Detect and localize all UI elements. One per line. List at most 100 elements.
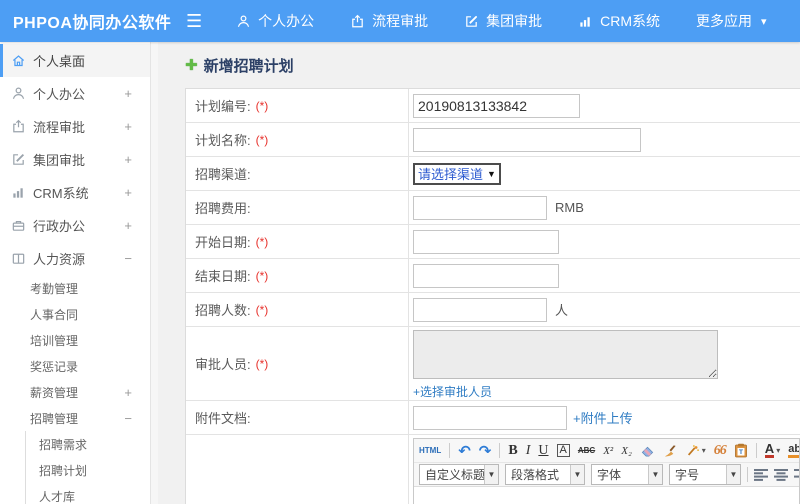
expand-toggle[interactable]: + <box>124 185 132 200</box>
choose-approvers-link[interactable]: +选择审批人员 <box>413 383 492 400</box>
sidebar-subitem-salary[interactable]: 薪资管理 + <box>0 379 150 405</box>
share-arrow-icon <box>11 119 27 134</box>
sidebar-subitem-hr-contract[interactable]: 人事合同 <box>0 301 150 327</box>
attachment-input[interactable] <box>413 405 567 430</box>
undo-button[interactable]: ↶ <box>458 442 471 460</box>
editor-content-area[interactable] <box>414 487 799 504</box>
approvers-textarea[interactable] <box>413 330 718 379</box>
chevron-down-icon: ▾ <box>776 446 781 455</box>
label-text: 计划编号: <box>195 99 251 114</box>
sidebar-scrollbar[interactable] <box>150 42 158 504</box>
sidebar-subitem-attendance[interactable]: 考勤管理 <box>0 275 150 301</box>
topnav-crm-system[interactable]: CRM系统 <box>578 11 660 31</box>
topnav-label: CRM系统 <box>600 13 661 29</box>
attachment-upload-link[interactable]: +附件上传 <box>573 408 633 427</box>
editor-toolbar-row2: 自定义标题 ▼ 段落格式 ▼ 字体 ▼ 字号 ▼ <box>414 463 799 487</box>
highlight-color-button[interactable]: ab▾ <box>788 443 799 458</box>
font-color-button[interactable]: A ▾ <box>764 442 781 458</box>
topnav-personal-office[interactable]: 个人办公 <box>236 11 314 31</box>
page-header: ✚ 新增招聘计划 <box>158 42 800 88</box>
custom-title-combo[interactable]: 自定义标题 ▼ <box>419 464 499 485</box>
topnav-label: 集团审批 <box>486 13 543 29</box>
toolbar-separator <box>755 443 757 458</box>
expand-toggle[interactable]: + <box>124 218 132 233</box>
sidebar-item-workflow-approval[interactable]: 流程审批 + <box>0 110 150 143</box>
font-family-combo[interactable]: 字体 ▼ <box>591 464 663 485</box>
sidebar-item-crm-system[interactable]: CRM系统 + <box>0 176 150 209</box>
sidebar-item-label: CRM系统 <box>33 186 89 201</box>
sidebar-subitem-training[interactable]: 培训管理 <box>0 327 150 353</box>
sidebar-item-personal-desktop[interactable]: 个人桌面 <box>0 44 150 77</box>
fee-input[interactable] <box>413 195 547 220</box>
superscript-button[interactable]: X² <box>603 445 613 457</box>
form-row-end-date: 结束日期: (*) <box>186 259 800 293</box>
channel-select-value: 请选择渠道 <box>418 167 484 182</box>
paste-text-icon[interactable]: T <box>734 443 748 458</box>
align-right-icon[interactable] <box>794 468 799 481</box>
font-border-button[interactable]: A <box>556 444 570 457</box>
sidebar-subitem-label: 培训管理 <box>30 333 79 348</box>
plan-no-input[interactable] <box>413 93 580 118</box>
combo-value: 字体 <box>597 468 622 482</box>
strikethrough-button[interactable]: ABC <box>578 446 595 455</box>
blockquote-button[interactable]: 66 <box>714 443 727 459</box>
redo-button[interactable]: ↷ <box>479 442 492 460</box>
expand-toggle[interactable]: + <box>124 119 132 134</box>
svg-text:T: T <box>739 449 743 456</box>
italic-button[interactable]: I <box>526 443 531 459</box>
sidebar-item-label: 集团审批 <box>33 153 86 168</box>
label-text: 开始日期: <box>195 235 251 250</box>
sidebar-item-personal-office[interactable]: 个人办公 + <box>0 77 150 110</box>
bar-chart-icon <box>11 185 27 200</box>
book-icon <box>11 251 27 266</box>
toolbar-separator <box>747 467 748 482</box>
sidebar-item-human-resources[interactable]: 人力资源 − <box>0 242 150 275</box>
form-row-headcount: 招聘人数: (*) 人 <box>186 293 800 327</box>
format-painter-icon[interactable] <box>663 444 678 458</box>
home-icon <box>11 53 27 68</box>
end-date-input[interactable] <box>413 263 559 288</box>
topnav-group-approval[interactable]: 集团审批 <box>464 11 542 31</box>
field-label: 招聘人数: (*) <box>186 293 409 326</box>
auto-typeset-icon[interactable]: ▾ <box>686 444 706 458</box>
sidebar-subitem-recruit-demand[interactable]: 招聘需求 <box>26 431 150 457</box>
sidebar-subitem-label: 考勤管理 <box>30 281 79 296</box>
font-size-combo[interactable]: 字号 ▼ <box>669 464 741 485</box>
headcount-input[interactable] <box>413 297 547 322</box>
recruitment-submenu: 招聘需求 招聘计划 人才库 <box>25 431 150 504</box>
label-text: 附件文档: <box>195 411 251 426</box>
expand-toggle[interactable]: + <box>124 86 132 101</box>
field-label: 附件文档: <box>186 401 409 434</box>
rich-text-editor: HTML ↶ ↷ B I U A ABC X² X₂ ▾ 66 T A ▾ a … <box>413 438 800 504</box>
required-marker: (*) <box>255 268 269 283</box>
topnav-workflow-approval[interactable]: 流程审批 <box>350 11 428 31</box>
expand-toggle[interactable]: + <box>124 152 132 167</box>
editor-toolbar-row1: HTML ↶ ↷ B I U A ABC X² X₂ ▾ 66 T A ▾ a <box>414 439 799 463</box>
sidebar-subitem-recruitment[interactable]: 招聘管理 − <box>0 405 150 431</box>
channel-select[interactable]: 请选择渠道 ▼ <box>413 162 501 185</box>
sidebar-item-label: 行政办公 <box>33 219 86 234</box>
start-date-input[interactable] <box>413 229 559 254</box>
briefcase-icon <box>11 218 27 233</box>
sidebar-item-group-approval[interactable]: 集团审批 + <box>0 143 150 176</box>
sidebar-item-admin-office[interactable]: 行政办公 + <box>0 209 150 242</box>
required-marker: (*) <box>255 356 269 371</box>
plan-name-input[interactable] <box>413 127 641 152</box>
paragraph-format-combo[interactable]: 段落格式 ▼ <box>505 464 585 485</box>
sidebar-subitem-rewards[interactable]: 奖惩记录 <box>0 353 150 379</box>
expand-toggle[interactable]: − <box>124 251 132 266</box>
source-code-button[interactable]: HTML <box>419 446 441 455</box>
underline-button[interactable]: U <box>538 443 548 459</box>
eraser-icon[interactable] <box>640 444 655 458</box>
align-center-icon[interactable] <box>774 468 788 481</box>
expand-toggle[interactable]: − <box>124 411 132 426</box>
expand-toggle[interactable]: + <box>124 385 132 400</box>
hamburger-menu-icon[interactable]: ☰ <box>186 11 202 32</box>
label-text: 招聘渠道: <box>195 167 251 182</box>
subscript-button[interactable]: X₂ <box>621 445 632 457</box>
align-left-icon[interactable] <box>754 468 768 481</box>
sidebar-subitem-talent-pool[interactable]: 人才库 <box>26 483 150 504</box>
topnav-more-apps[interactable]: 更多应用 ▾ <box>696 11 767 31</box>
bold-button[interactable]: B <box>508 443 517 459</box>
sidebar-subitem-recruit-plan[interactable]: 招聘计划 <box>26 457 150 483</box>
